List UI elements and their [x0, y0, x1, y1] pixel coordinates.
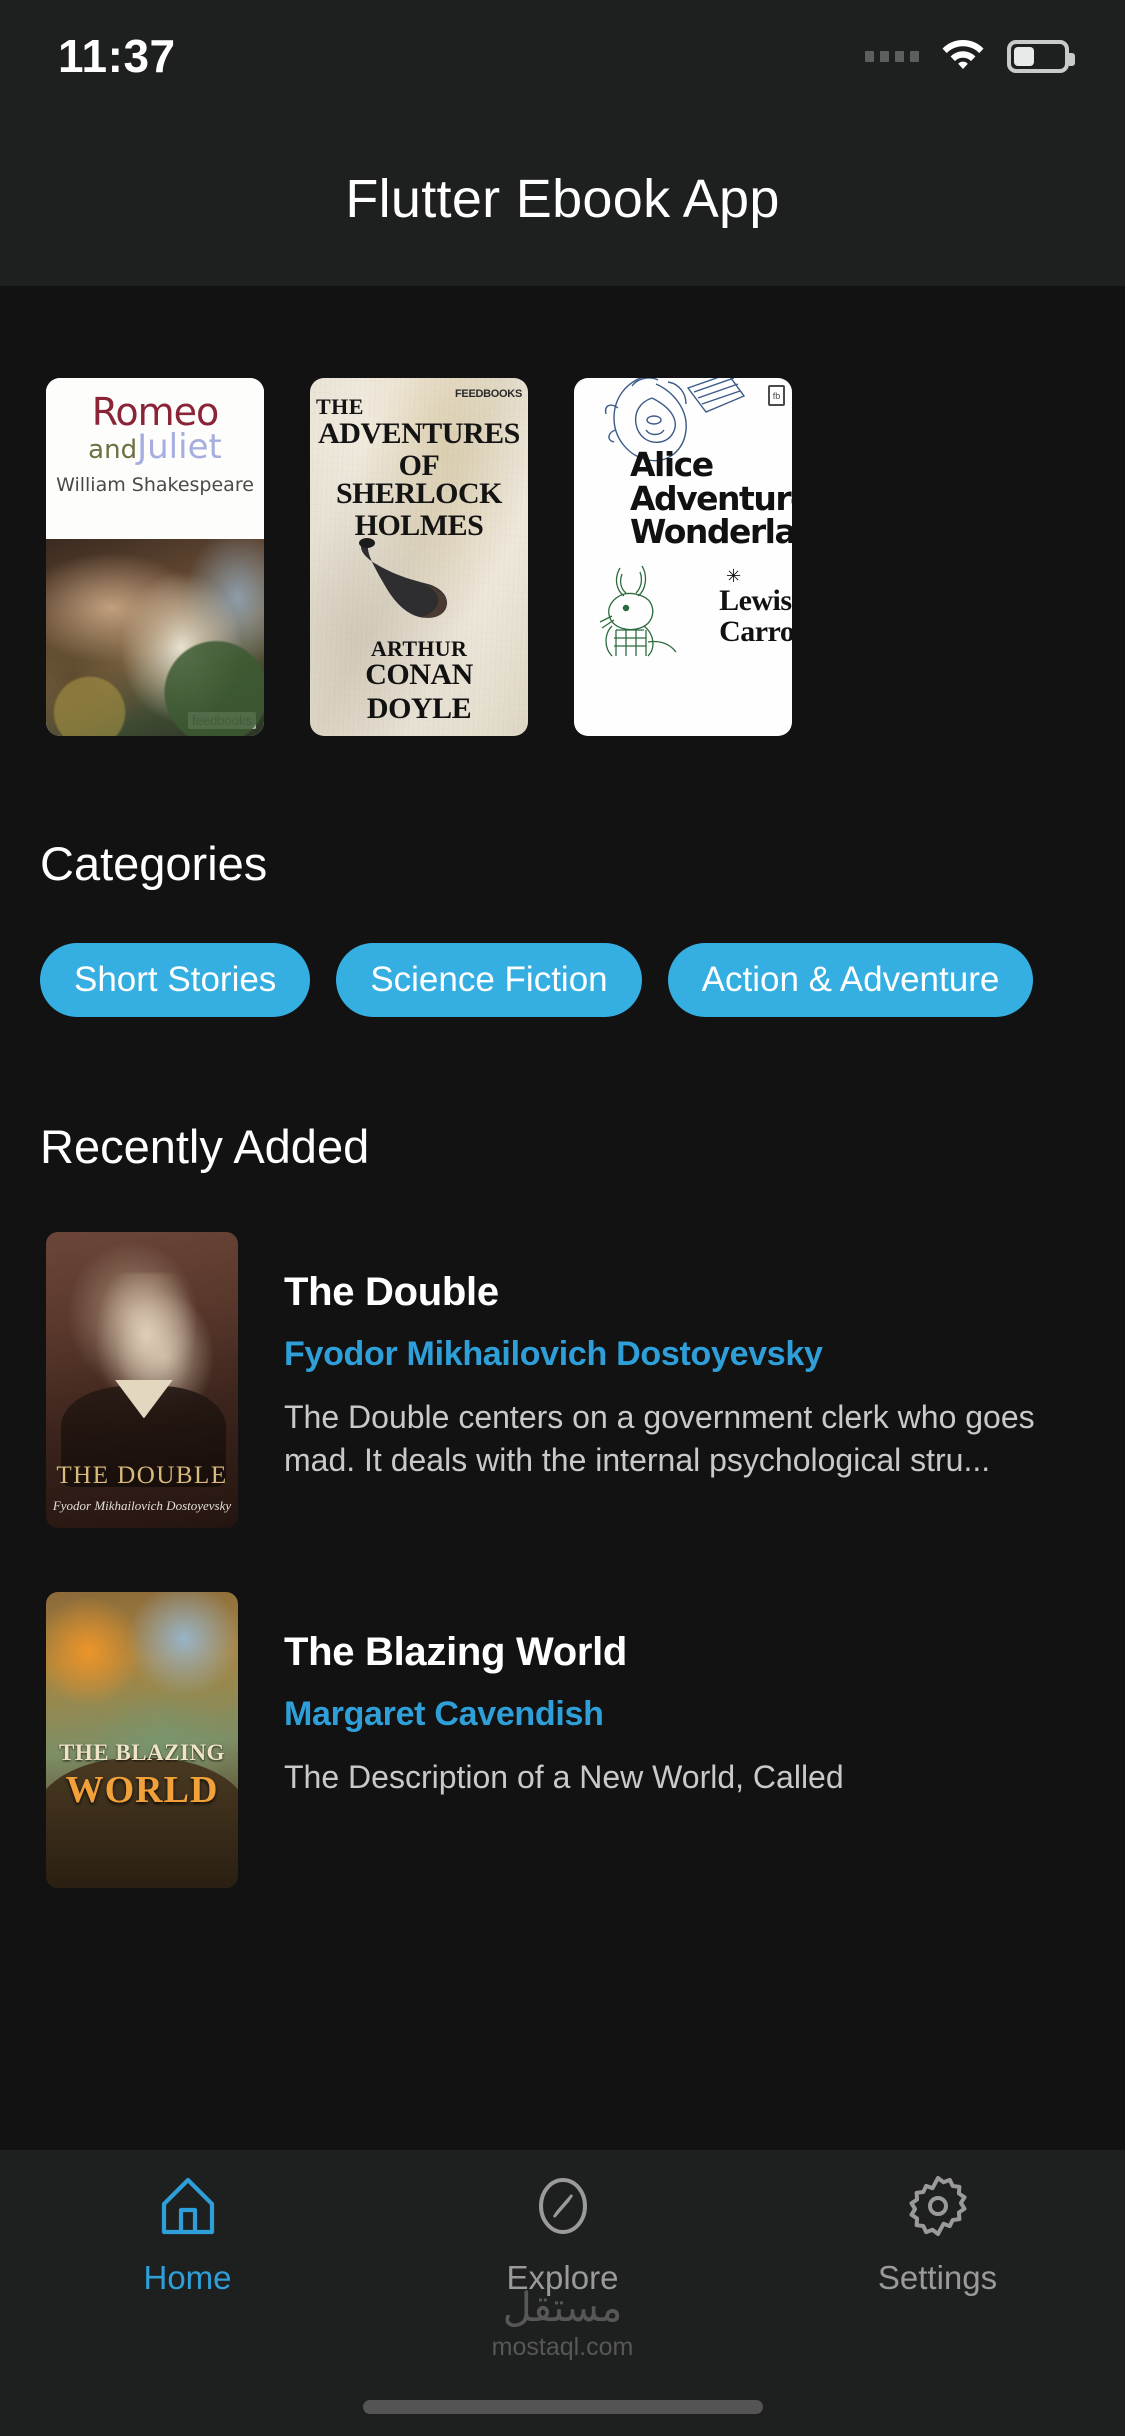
book-description: The Description of a New World, Called: [284, 1759, 844, 1795]
book-description: The Double centers on a government clerk…: [284, 1399, 1035, 1479]
recently-added-heading: Recently Added: [40, 1120, 370, 1173]
home-icon: [154, 2172, 222, 2245]
compass-icon: [529, 2172, 597, 2245]
wifi-icon: [941, 37, 985, 76]
rabbit-etching-illustration: [599, 565, 677, 657]
bottom-navigation-bar: Home Explore Settings مستقل mostaql.com: [0, 2150, 1125, 2436]
categories-heading: Categories: [40, 837, 268, 890]
cover-artwork: feedbooks: [46, 539, 264, 736]
thumbnail-author: Fyodor Mikhailovich Dostoyevsky: [52, 1498, 232, 1513]
list-item[interactable]: THE DOUBLE Fyodor Mikhailovich Dostoyevs…: [46, 1232, 1125, 1528]
list-item[interactable]: THE BLAZING WORLD The Blazing World Marg…: [46, 1592, 1125, 1888]
book-author: Margaret Cavendish: [284, 1695, 604, 1733]
nav-label-home: Home: [143, 2259, 232, 2296]
cover-author-line1: Lewis: [719, 584, 792, 617]
category-chip-short-stories[interactable]: Short Stories: [40, 943, 311, 1017]
book-title: The Blazing World: [284, 1630, 628, 1674]
category-chips-row[interactable]: Short Stories Science Fiction Action & A…: [0, 891, 1125, 1017]
scroll-content[interactable]: Romeo andJuliet William Shakespeare feed…: [0, 286, 1125, 2436]
pipe-illustration: [359, 538, 448, 618]
signal-dots-icon: [865, 50, 919, 62]
status-bar-clock: 11:37: [58, 30, 176, 82]
cover-author-line2: Carroll: [719, 614, 792, 648]
book-cover-sherlock-holmes[interactable]: FEEDBOOKS THE ADVENTURES OF SHERLOCK HOL…: [310, 378, 528, 736]
home-indicator[interactable]: [362, 2400, 763, 2414]
cover-title-line2: Juliet: [137, 427, 222, 468]
status-bar-indicators: [865, 37, 1075, 76]
category-chip-science-fiction[interactable]: Science Fiction: [336, 943, 642, 1017]
cover-author-line2: CONAN DOYLE: [365, 658, 473, 725]
cover-author: William Shakespeare: [56, 473, 254, 496]
book-title: The Double: [284, 1270, 499, 1314]
recently-added-list: THE DOUBLE Fyodor Mikhailovich Dostoyevs…: [0, 1174, 1125, 1888]
book-thumbnail-the-blazing-world[interactable]: THE BLAZING WORLD: [46, 1592, 238, 1888]
publisher-badge: fb: [768, 385, 785, 406]
category-chip-action-adventure[interactable]: Action & Adventure: [667, 943, 1034, 1017]
publisher-badge: feedbooks: [188, 711, 256, 729]
nav-item-settings[interactable]: Settings: [750, 2172, 1125, 2346]
thumbnail-title-line2: WORLD: [65, 1769, 219, 1811]
cover-title-line1: Romeo: [91, 390, 220, 434]
book-author: Fyodor Mikhailovich Dostoyevsky: [284, 1335, 823, 1373]
app-bar: Flutter Ebook App: [0, 112, 1125, 286]
status-bar: 11:37: [0, 0, 1125, 112]
cover-title-line2: ADVENTURES OF: [318, 417, 520, 482]
book-info: The Double Fyodor Mikhailovich Dostoyevs…: [284, 1232, 1125, 1528]
battery-icon: [1007, 39, 1075, 73]
cover-author-block: ARTHUR CONAN DOYLE: [310, 636, 528, 726]
nav-label-settings: Settings: [877, 2259, 998, 2296]
book-thumbnail-the-double[interactable]: THE DOUBLE Fyodor Mikhailovich Dostoyevs…: [46, 1232, 238, 1528]
nav-label-explore: Explore: [506, 2259, 619, 2296]
cover-text-block: THE ADVENTURES OF SHERLOCK HOLMES: [310, 378, 528, 541]
thumbnail-title-line1: THE BLAZING: [59, 1740, 225, 1765]
page-title: Flutter Ebook App: [345, 169, 780, 229]
book-cover-romeo-and-juliet[interactable]: Romeo andJuliet William Shakespeare feed…: [46, 378, 264, 736]
cover-text-block: Romeo andJuliet William Shakespeare: [46, 378, 264, 540]
cover-title: Alice Adventures Wonderland: [630, 445, 792, 552]
book-info: The Blazing World Margaret Cavendish The…: [284, 1592, 1125, 1888]
gear-icon: [904, 2172, 972, 2245]
featured-books-carousel[interactable]: Romeo andJuliet William Shakespeare feed…: [0, 286, 1125, 736]
cover-author-block: Lewis Carroll: [719, 584, 792, 648]
cover-title-and: and: [88, 435, 138, 466]
nav-item-explore[interactable]: Explore: [375, 2172, 750, 2346]
book-cover-alice-in-wonderland[interactable]: fb Alice Adventures Wonderland ✳ Lewis: [574, 378, 792, 736]
thumbnail-title: THE DOUBLE: [56, 1462, 228, 1489]
nav-item-home[interactable]: Home: [0, 2172, 375, 2346]
